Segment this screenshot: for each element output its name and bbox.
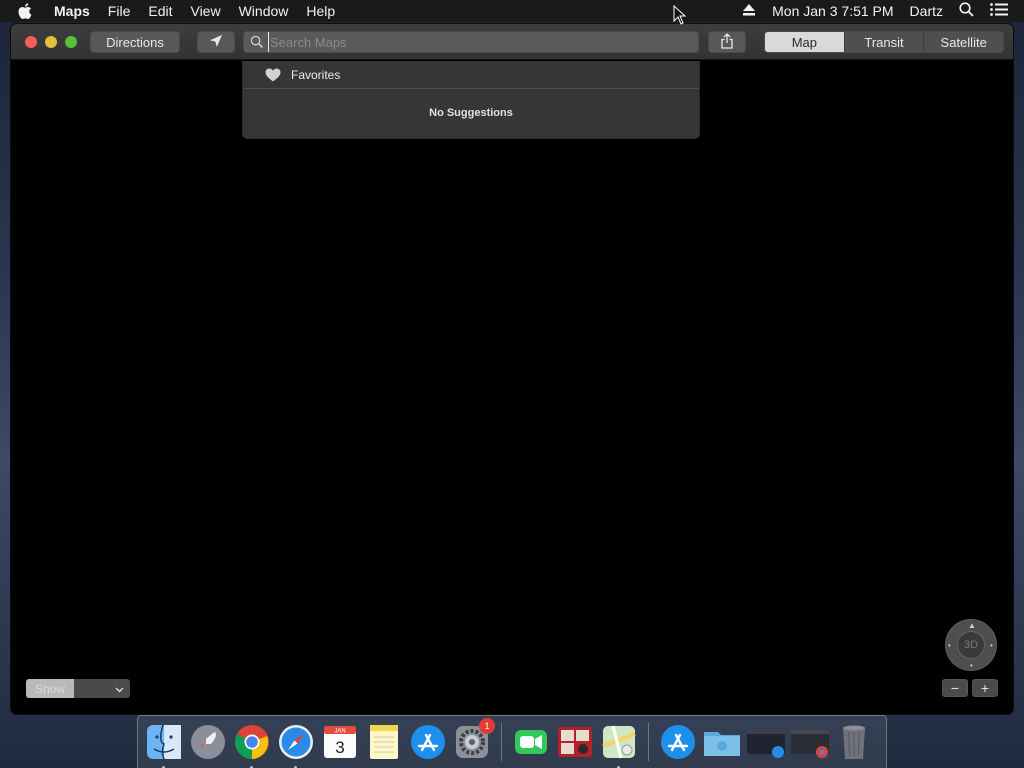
- share-button[interactable]: [708, 31, 746, 53]
- dock-launchpad[interactable]: [188, 722, 228, 762]
- map-canvas[interactable]: [11, 61, 1013, 714]
- show-popup-button[interactable]: [74, 679, 130, 698]
- photo-booth-icon: [558, 727, 592, 757]
- tab-satellite[interactable]: Satellite: [923, 32, 1003, 52]
- app-store-folder-icon: [661, 725, 695, 759]
- dock-chrome[interactable]: [232, 722, 272, 768]
- dock-safari-window[interactable]: [746, 722, 786, 762]
- menu-app-maps[interactable]: Maps: [54, 0, 90, 22]
- current-location-button[interactable]: [197, 31, 235, 53]
- safari-window-icon: [747, 730, 785, 758]
- menu-view[interactable]: View: [190, 0, 220, 22]
- menu-clock[interactable]: Mon Jan 3 7:51 PM: [772, 0, 893, 22]
- notification-center-icon[interactable]: [990, 3, 1008, 19]
- facetime-icon: [515, 730, 547, 754]
- directions-button[interactable]: Directions: [90, 31, 180, 53]
- fullscreen-window-button[interactable]: [65, 36, 77, 48]
- dock-trash[interactable]: [834, 722, 874, 762]
- compass-control[interactable]: ▲ • • • 3D: [945, 619, 997, 671]
- compass-3d-button[interactable]: 3D: [957, 631, 985, 659]
- dock-app-store[interactable]: [408, 722, 448, 762]
- dock-folder[interactable]: [702, 722, 742, 762]
- menu-extras: Mon Jan 3 7:51 PM Dartz: [742, 0, 1024, 22]
- compass-west-tick: •: [948, 641, 951, 650]
- safari-icon: [279, 725, 313, 759]
- show-menu[interactable]: Show: [26, 679, 130, 698]
- tab-transit[interactable]: Transit: [843, 32, 924, 52]
- menu-user[interactable]: Dartz: [910, 0, 943, 22]
- app-store-icon: [411, 725, 445, 759]
- chrome-window-icon: [791, 730, 829, 758]
- window-toolbar: Directions Map Transit Satellite: [11, 24, 1013, 60]
- zoom-in-button[interactable]: +: [972, 679, 998, 697]
- maps-icon: [602, 725, 636, 759]
- dock-finder[interactable]: [144, 722, 184, 768]
- dock-separator: [501, 723, 502, 761]
- svg-text:3: 3: [335, 738, 344, 757]
- finder-icon: [147, 724, 181, 760]
- folder-icon: [704, 732, 740, 756]
- search-input[interactable]: [268, 32, 698, 52]
- trash-icon: [843, 725, 865, 759]
- compass-south-tick: •: [970, 661, 973, 670]
- notes-icon: [370, 725, 398, 759]
- menu-help[interactable]: Help: [306, 0, 335, 22]
- tab-map[interactable]: Map: [765, 32, 844, 52]
- maps-window: Directions Map Transit Satellite: [11, 24, 1013, 714]
- minimize-window-button[interactable]: [45, 36, 57, 48]
- chrome-icon: [235, 725, 269, 759]
- compass-north-icon: ▲: [968, 621, 976, 630]
- spotlight-icon[interactable]: [959, 2, 974, 20]
- svg-text:JAN: JAN: [334, 729, 345, 735]
- dock-safari[interactable]: [276, 722, 316, 768]
- show-label: Show: [26, 679, 74, 698]
- close-window-button[interactable]: [25, 36, 37, 48]
- dock-notes[interactable]: [364, 722, 404, 762]
- dock-separator: [648, 723, 649, 761]
- dock-photo-booth[interactable]: [555, 722, 595, 762]
- menu-edit[interactable]: Edit: [148, 0, 172, 22]
- compass-east-tick: •: [990, 641, 993, 650]
- notification-badge: 1: [479, 718, 495, 734]
- zoom-out-button[interactable]: −: [942, 679, 968, 697]
- location-arrow-icon: [209, 34, 223, 51]
- search-icon: [250, 35, 264, 49]
- map-mode-control: Map Transit Satellite: [764, 31, 1004, 53]
- dock-chrome-window[interactable]: [790, 722, 830, 762]
- dock: JAN 3 1: [137, 715, 887, 768]
- menu-file[interactable]: File: [108, 0, 131, 22]
- calendar-icon: JAN 3: [324, 726, 356, 758]
- dock-calendar[interactable]: JAN 3: [320, 722, 360, 762]
- launchpad-icon: [191, 725, 225, 759]
- dock-system-preferences[interactable]: 1: [452, 718, 495, 762]
- apple-menu-icon[interactable]: [18, 0, 38, 22]
- menu-bar: Maps File Edit View Window Help Mon Jan …: [0, 0, 1024, 22]
- zoom-controls: − +: [942, 679, 998, 697]
- mouse-cursor-icon: [673, 5, 687, 25]
- dock-maps[interactable]: [599, 722, 639, 768]
- dock-app-store-folder[interactable]: [658, 722, 698, 762]
- chevron-down-icon: [115, 680, 124, 698]
- eject-icon[interactable]: [742, 3, 756, 19]
- search-field[interactable]: [243, 31, 699, 53]
- share-icon: [720, 32, 734, 52]
- menu-window[interactable]: Window: [239, 0, 289, 22]
- dock-facetime[interactable]: [511, 722, 551, 762]
